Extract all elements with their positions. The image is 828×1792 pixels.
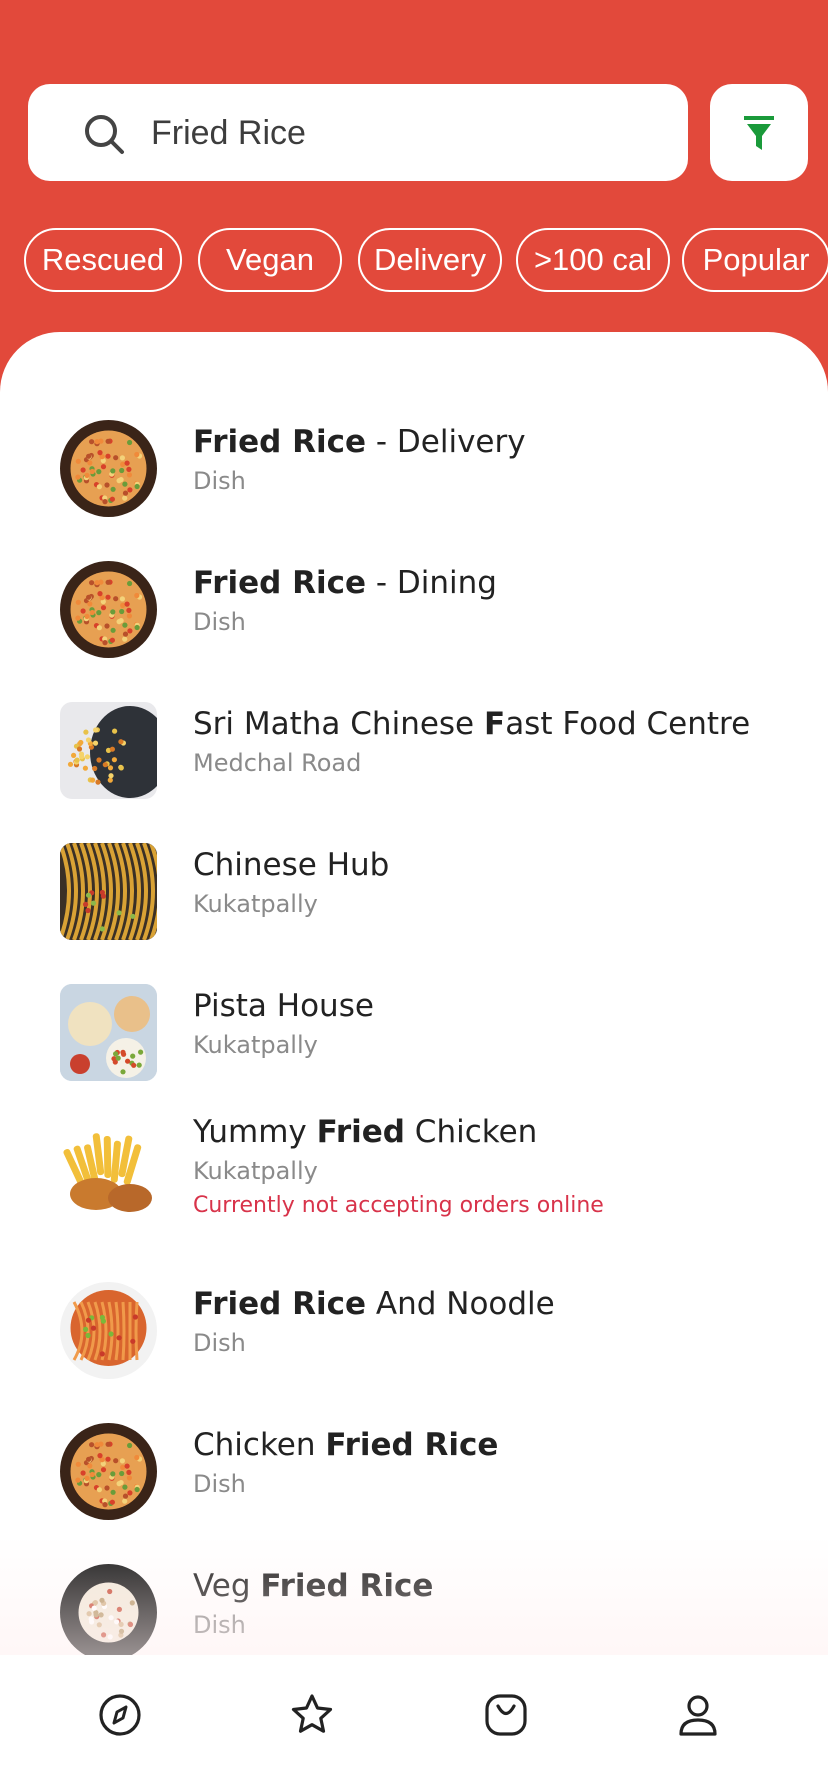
result-warning: Currently not accepting orders online: [193, 1193, 604, 1218]
nav-compass-button[interactable]: [96, 1691, 144, 1739]
chip-vegan[interactable]: Vegan: [198, 228, 342, 292]
filter-icon: [744, 115, 774, 150]
result-subtitle: Dish: [193, 467, 246, 495]
nav-star-button[interactable]: [288, 1691, 336, 1739]
result-title: Chinese Hub: [193, 847, 390, 883]
chip-popular[interactable]: Popular: [682, 228, 828, 292]
result-item[interactable]: Pista House Kukatpally: [0, 969, 828, 1110]
compass-icon: [99, 1694, 141, 1736]
result-thumbnail: [60, 843, 157, 940]
result-item[interactable]: Sri Matha Chinese Fast Food Centre Medcha…: [0, 687, 828, 828]
result-subtitle: Dish: [193, 1329, 246, 1357]
search-bar[interactable]: [28, 84, 688, 181]
result-item[interactable]: Chinese Hub Kukatpally: [0, 828, 828, 969]
nav-user-button[interactable]: [674, 1691, 722, 1739]
result-thumbnail: [60, 984, 157, 1081]
bottom-nav: [0, 1655, 828, 1792]
result-subtitle: Kukatpally: [193, 1031, 318, 1059]
result-item[interactable]: Fried Rice And Noodle Dish: [0, 1267, 828, 1408]
result-thumbnail: [60, 1124, 157, 1221]
chip-rescued[interactable]: Rescued: [24, 228, 182, 292]
result-title: Fried Rice - Delivery: [193, 424, 526, 460]
result-title: Chicken Fried Rice: [193, 1427, 499, 1463]
result-thumbnail: [60, 420, 157, 517]
result-title: Fried Rice And Noodle: [193, 1286, 555, 1322]
result-subtitle: Kukatpally: [193, 1157, 318, 1185]
result-thumbnail: [60, 561, 157, 658]
result-subtitle: Medchal Road: [193, 749, 362, 777]
result-title: Sri Matha Chinese Fast Food Centre: [193, 706, 751, 742]
result-item[interactable]: Yummy Fried Chicken Kukatpally Currently n…: [0, 1102, 828, 1243]
filter-button[interactable]: [710, 84, 808, 181]
result-subtitle: Dish: [193, 1470, 246, 1498]
result-subtitle: Kukatpally: [193, 890, 318, 918]
bag-icon: [485, 1694, 527, 1736]
search-input[interactable]: Fried Rice: [151, 110, 306, 156]
nav-bag-button[interactable]: [482, 1691, 530, 1739]
list-fade: [0, 1535, 828, 1655]
result-item[interactable]: Fried Rice - Dining Dish: [0, 546, 828, 687]
star-icon: [291, 1694, 333, 1733]
result-thumbnail: [60, 1282, 157, 1379]
user-icon: [679, 1695, 717, 1736]
search-icon: [85, 115, 124, 154]
result-thumbnail: [60, 1423, 157, 1520]
result-subtitle: Dish: [193, 608, 246, 636]
filter-chips: Rescued Vegan Delivery >100 cal Popular: [0, 228, 828, 292]
chip-delivery[interactable]: Delivery: [358, 228, 502, 292]
result-title: Yummy Fried Chicken: [193, 1114, 538, 1150]
chip-100-cal[interactable]: >100 cal: [516, 228, 670, 292]
result-thumbnail: [60, 702, 157, 799]
result-item[interactable]: Fried Rice - Delivery Dish: [0, 405, 828, 546]
result-title: Fried Rice - Dining: [193, 565, 497, 601]
result-title: Pista House: [193, 988, 374, 1024]
result-item[interactable]: Chicken Fried Rice Dish: [0, 1408, 828, 1549]
